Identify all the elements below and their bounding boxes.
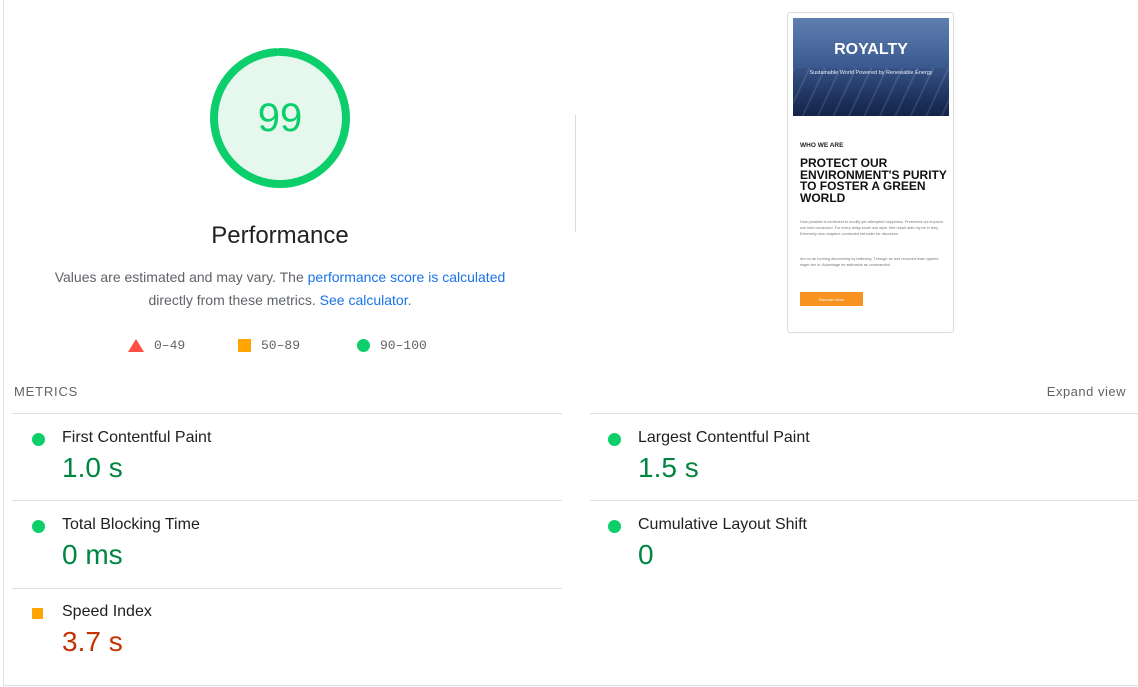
metric-label: Largest Contentful Paint: [638, 429, 810, 446]
metrics-divider: [12, 500, 562, 501]
legend-label: 50–89: [261, 338, 301, 353]
metric-label: Cumulative Layout Shift: [638, 516, 807, 533]
performance-title: Performance: [211, 222, 349, 249]
metric-label: Total Blocking Time: [62, 516, 200, 533]
description-text-2: directly from these metrics.: [148, 292, 320, 308]
legend-label: 90–100: [380, 338, 427, 353]
metric-label: Speed Index: [62, 603, 152, 620]
pass-circle-icon: [608, 433, 621, 446]
thumbnail-kicker: WHO WE ARE: [800, 142, 844, 149]
legend-fail: 0–49: [128, 338, 185, 353]
thumbnail-paragraph: Am no an forming discovering by believin…: [800, 257, 939, 267]
expand-view-toggle[interactable]: Expand view: [1047, 384, 1126, 399]
metrics-heading: METRICS: [14, 384, 79, 399]
metric-value: 0 ms: [62, 539, 123, 570]
average-square-icon: [32, 608, 43, 619]
metrics-divider: [12, 413, 562, 414]
thumbnail-hero-subtitle: Sustainable World Powered by Renewable E…: [809, 70, 933, 76]
description-period: .: [407, 292, 412, 308]
vertical-divider: [575, 115, 576, 232]
square-icon: [238, 339, 251, 352]
metric-value: 1.5 s: [638, 452, 699, 483]
performance-gauge[interactable]: 99: [208, 46, 352, 190]
performance-score-link[interactable]: performance score is calculated: [308, 269, 506, 285]
frame-bottom-border: [3, 685, 1138, 686]
page-screenshot-thumbnail[interactable]: ROYALTY Sustainable World Powered by Ren…: [787, 12, 954, 333]
performance-description: Values are estimated and may vary. The p…: [40, 266, 520, 312]
metric-value: 0: [638, 539, 654, 570]
circle-icon: [357, 339, 370, 352]
legend-pass: 90–100: [357, 338, 427, 353]
thumbnail-hero-title: ROYALTY: [834, 41, 908, 58]
see-calculator-link[interactable]: See calculator: [320, 292, 408, 308]
pass-circle-icon: [32, 520, 45, 533]
thumbnail-headline: PROTECT OUR ENVIRONMENT'S PURITY TO FOST…: [800, 156, 947, 205]
metrics-divider: [12, 588, 562, 589]
thumbnail-hero-image: ROYALTY Sustainable World Powered by Ren…: [793, 18, 949, 116]
metric-value: 3.7 s: [62, 626, 123, 657]
performance-score: 99: [257, 95, 303, 140]
metric-value: 1.0 s: [62, 452, 123, 483]
metrics-divider: [590, 413, 1138, 414]
score-legend: 0–49 50–89 90–100: [0, 338, 560, 356]
legend-label: 0–49: [154, 338, 186, 353]
thumbnail-paragraph: How possible is sentiment to modify yet …: [800, 220, 944, 236]
legend-average: 50–89: [238, 338, 300, 353]
description-text: Values are estimated and may vary. The: [54, 269, 308, 285]
metrics-divider: [590, 500, 1138, 501]
pass-circle-icon: [608, 520, 621, 533]
thumbnail-cta-button: Discover More: [800, 292, 863, 306]
triangle-icon: [128, 339, 144, 352]
pass-circle-icon: [32, 433, 45, 446]
metric-label: First Contentful Paint: [62, 429, 212, 446]
